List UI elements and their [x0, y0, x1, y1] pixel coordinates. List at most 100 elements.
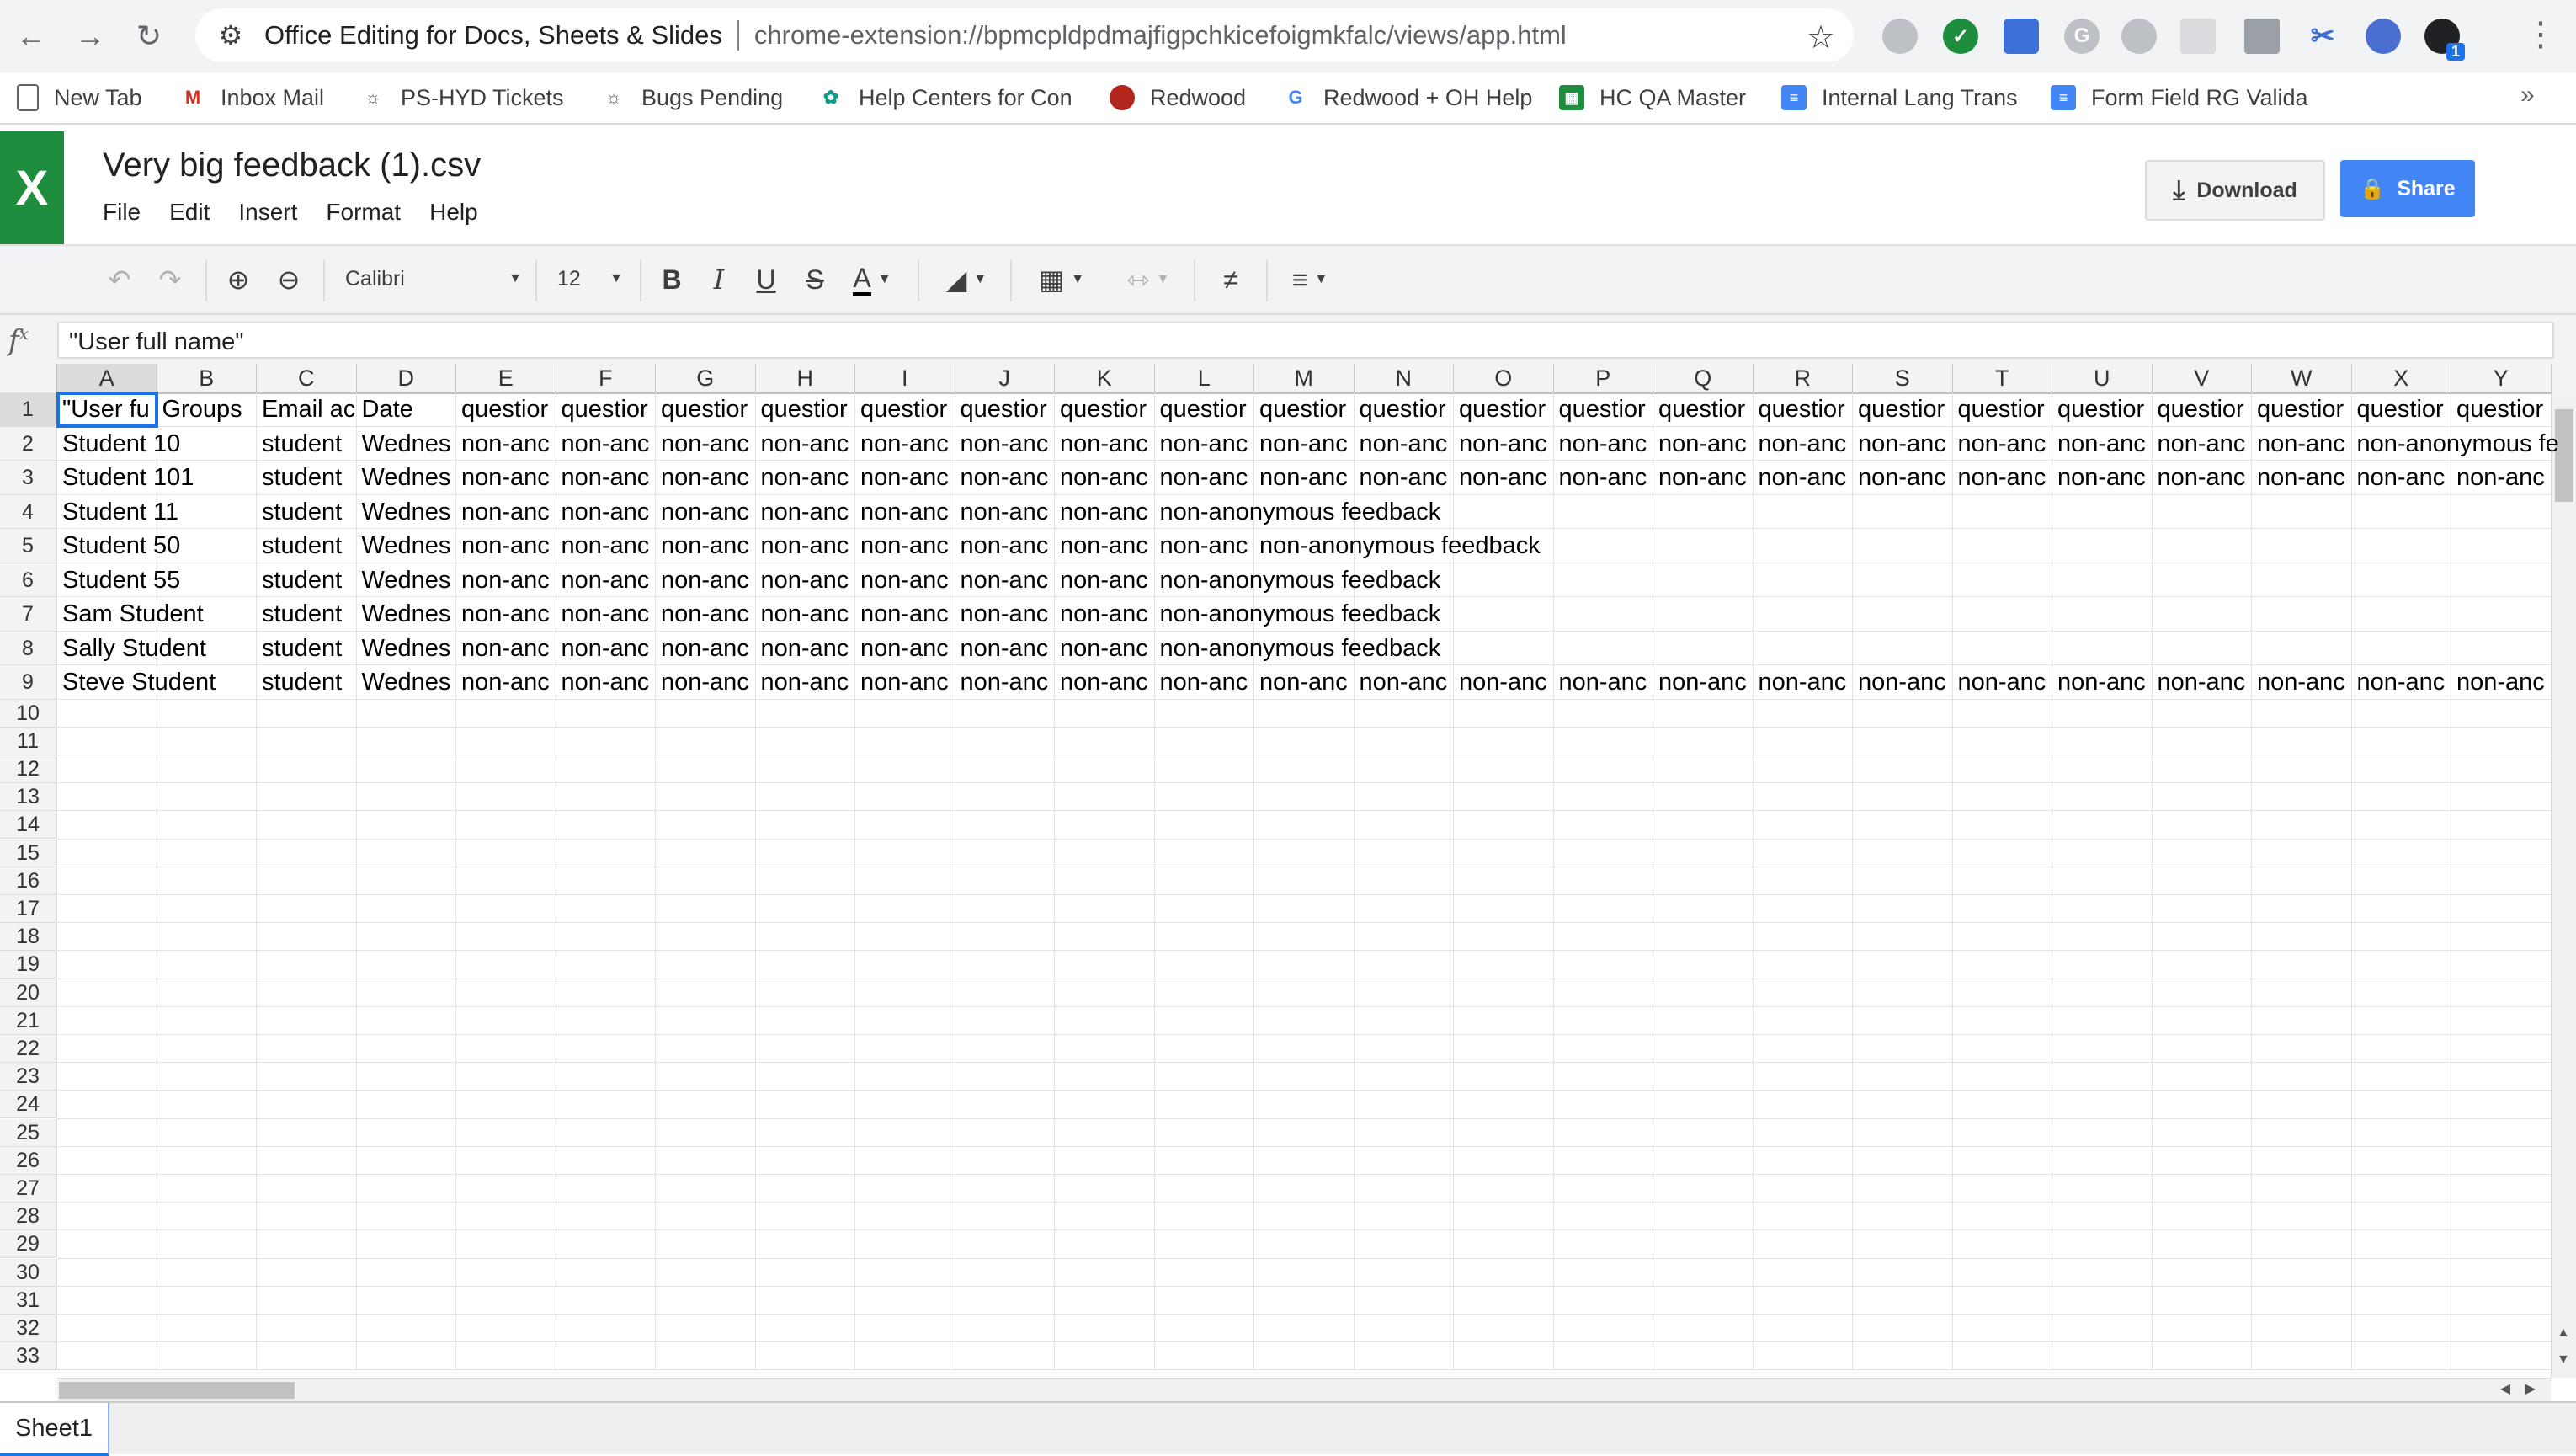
row-header-27[interactable]: 27	[0, 1174, 57, 1203]
zoom-in-icon[interactable]: ⊕	[221, 261, 256, 298]
cell-e5[interactable]: non-anc	[456, 529, 556, 563]
row-header-1[interactable]: 1	[0, 392, 57, 427]
row-header-32[interactable]: 32	[0, 1314, 57, 1343]
bold-icon[interactable]: B	[655, 261, 689, 298]
column-header-k[interactable]: K	[1055, 364, 1155, 392]
cell-c5[interactable]: student	[257, 529, 357, 563]
column-header-p[interactable]: P	[1554, 364, 1653, 392]
column-header-o[interactable]: O	[1454, 364, 1554, 392]
cell-d8[interactable]: Wednes	[356, 631, 456, 665]
column-header-a[interactable]: A	[57, 364, 157, 392]
cell-g6[interactable]: non-anc	[656, 563, 756, 597]
column-header-d[interactable]: D	[357, 364, 456, 392]
cell-a5[interactable]: Student 50	[57, 529, 257, 563]
cell-v9[interactable]: non-anc	[2152, 665, 2252, 700]
cell-m9[interactable]: non-anc	[1254, 665, 1355, 700]
cell-c2[interactable]: student	[257, 426, 357, 461]
cell-i5[interactable]: non-anc	[855, 529, 955, 563]
cell-q1[interactable]: questior	[1653, 392, 1754, 427]
browser-menu-icon[interactable]: ⋮	[2524, 15, 2557, 54]
row-header-11[interactable]: 11	[0, 727, 57, 755]
column-header-b[interactable]: B	[157, 364, 257, 392]
cell-l8[interactable]: non-anonymous feedback	[1154, 632, 1454, 665]
cell-d3[interactable]: Wednes	[356, 461, 456, 495]
cell-d2[interactable]: Wednes	[356, 426, 456, 461]
bookmark-bugs-pending[interactable]: ☼ Bugs Pending	[601, 81, 783, 115]
cell-i7[interactable]: non-anc	[855, 597, 955, 632]
menu-insert[interactable]: Insert	[238, 199, 297, 226]
row-header-24[interactable]: 24	[0, 1091, 57, 1119]
column-header-q[interactable]: Q	[1653, 364, 1754, 392]
column-header-e[interactable]: E	[456, 364, 556, 392]
bookmark-inbox-mail[interactable]: M Inbox Mail	[180, 81, 324, 115]
cell-a9[interactable]: Steve Student	[57, 665, 257, 700]
row-header-2[interactable]: 2	[0, 426, 57, 461]
row-header-28[interactable]: 28	[0, 1203, 57, 1231]
cell-r1[interactable]: questior	[1753, 392, 1853, 427]
cell-f2[interactable]: non-anc	[556, 426, 656, 461]
extension-circle-icon[interactable]	[2366, 19, 2401, 54]
cell-a3[interactable]: Student 101	[57, 461, 257, 495]
menu-edit[interactable]: Edit	[169, 199, 210, 226]
cell-j4[interactable]: non-anc	[955, 494, 1055, 529]
cell-c4[interactable]: student	[257, 494, 357, 529]
cell-f6[interactable]: non-anc	[556, 563, 656, 597]
row-header-12[interactable]: 12	[0, 755, 57, 784]
row-header-19[interactable]: 19	[0, 951, 57, 979]
cell-i8[interactable]: non-anc	[855, 631, 955, 665]
column-header-m[interactable]: M	[1254, 364, 1355, 392]
cell-n2[interactable]: non-anc	[1354, 426, 1454, 461]
column-header-j[interactable]: J	[955, 364, 1055, 392]
cell-p3[interactable]: non-anc	[1553, 461, 1653, 495]
cell-t1[interactable]: questior	[1952, 392, 2052, 427]
scroll-right-icon[interactable]: ▶	[2525, 1380, 2536, 1397]
cell-q9[interactable]: non-anc	[1653, 665, 1754, 700]
extension-badge-icon[interactable]: 1	[2424, 19, 2465, 61]
row-header-7[interactable]: 7	[0, 597, 57, 632]
row-header-6[interactable]: 6	[0, 563, 57, 597]
cell-e6[interactable]: non-anc	[456, 563, 556, 597]
cell-c6[interactable]: student	[257, 563, 357, 597]
cell-g1[interactable]: questior	[656, 392, 756, 427]
cell-g7[interactable]: non-anc	[656, 597, 756, 632]
cell-t3[interactable]: non-anc	[1952, 461, 2052, 495]
bookmark-redwood[interactable]: Redwood	[1110, 81, 1246, 115]
forward-icon[interactable]: →	[69, 15, 111, 57]
cell-p1[interactable]: questior	[1553, 392, 1653, 427]
cell-g5[interactable]: non-anc	[656, 529, 756, 563]
cell-e4[interactable]: non-anc	[456, 494, 556, 529]
bookmark-internal-lang-trans[interactable]: ≡ Internal Lang Trans	[1781, 81, 2018, 115]
cell-g9[interactable]: non-anc	[656, 665, 756, 700]
cell-o9[interactable]: non-anc	[1454, 665, 1554, 700]
cell-s9[interactable]: non-anc	[1853, 665, 1953, 700]
cell-f7[interactable]: non-anc	[556, 597, 656, 632]
bookmark-redwood-oh-help[interactable]: G Redwood + OH Help	[1283, 81, 1532, 115]
cell-c1[interactable]: Email ac	[257, 392, 357, 427]
menu-format[interactable]: Format	[326, 199, 401, 226]
row-header-4[interactable]: 4	[0, 494, 57, 529]
wrap-text-icon[interactable]: ≠	[1212, 261, 1249, 298]
row-header-20[interactable]: 20	[0, 979, 57, 1007]
cell-w2[interactable]: non-anc	[2252, 426, 2352, 461]
cell-f5[interactable]: non-anc	[556, 529, 656, 563]
extension-shield-icon[interactable]	[2004, 19, 2039, 54]
row-header-31[interactable]: 31	[0, 1286, 57, 1315]
cell-v1[interactable]: questior	[2152, 392, 2252, 427]
cell-g8[interactable]: non-anc	[656, 631, 756, 665]
cell-t2[interactable]: non-anc	[1952, 426, 2052, 461]
cell-v3[interactable]: non-anc	[2152, 461, 2252, 495]
cell-h3[interactable]: non-anc	[755, 461, 855, 495]
cell-e9[interactable]: non-anc	[456, 665, 556, 700]
cell-v2[interactable]: non-anc	[2152, 426, 2252, 461]
cell-c7[interactable]: student	[257, 597, 357, 632]
extension-google-icon[interactable]: G	[2064, 19, 2100, 54]
bookmark-star-icon[interactable]: ☆	[1807, 19, 1835, 56]
cell-h8[interactable]: non-anc	[755, 631, 855, 665]
zoom-out-icon[interactable]: ⊖	[271, 261, 306, 298]
cell-h7[interactable]: non-anc	[755, 597, 855, 632]
cell-m1[interactable]: questior	[1254, 392, 1355, 427]
cell-s2[interactable]: non-anc	[1853, 426, 1953, 461]
cell-x9[interactable]: non-anc	[2351, 665, 2451, 700]
column-header-w[interactable]: W	[2252, 364, 2352, 392]
cell-h6[interactable]: non-anc	[755, 563, 855, 597]
